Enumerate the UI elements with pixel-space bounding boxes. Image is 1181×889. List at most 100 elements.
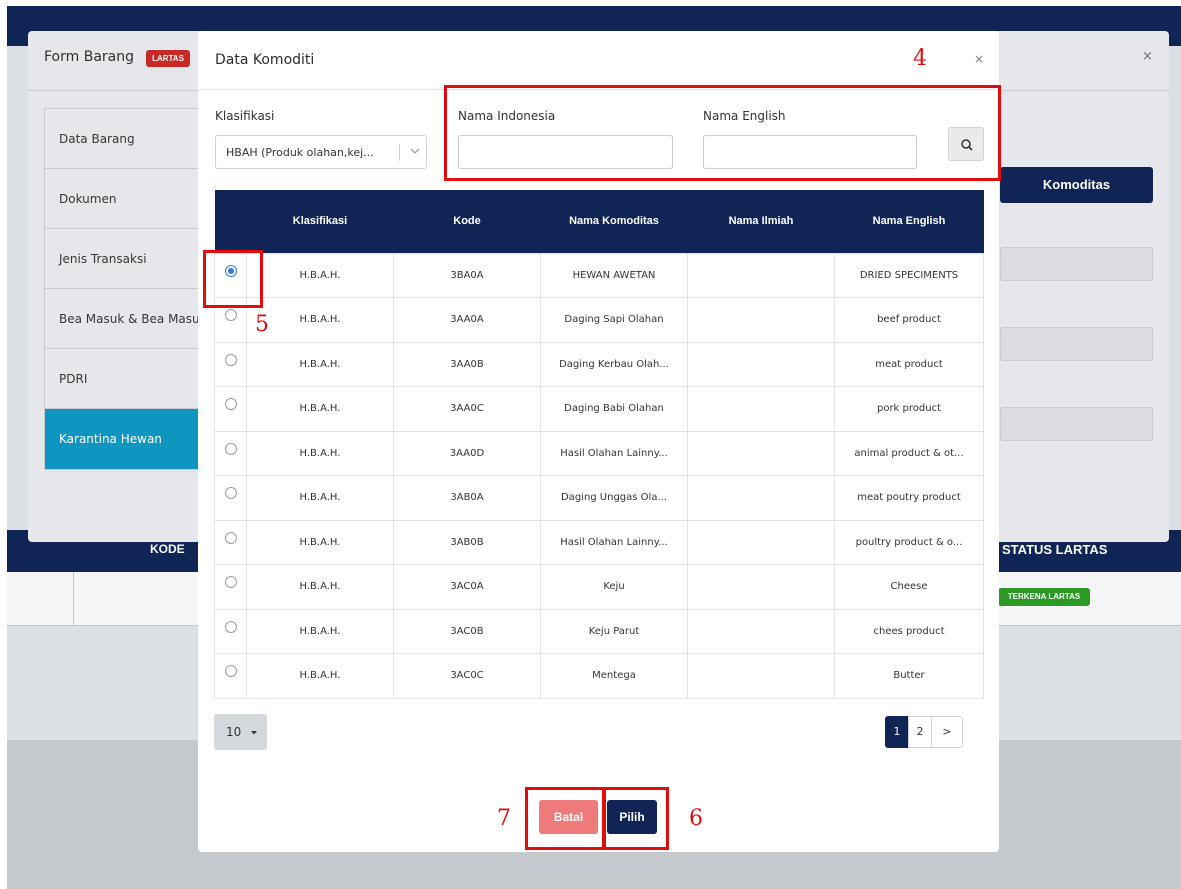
annotation-number-4: 4 <box>913 46 927 71</box>
form-close-button[interactable]: × <box>1142 49 1153 64</box>
cell-klasifikasi: H.B.A.H. <box>246 386 394 432</box>
table-row[interactable]: H.B.A.H. 3BA0A HEWAN AWETAN DRIED SPECIMENT… <box>214 252 984 298</box>
cell-nama-ilmiah <box>687 341 835 387</box>
klasifikasi-select-value: HBAH (Produk olahan,kej... <box>226 146 374 159</box>
page-size-select[interactable]: 10 <box>214 714 267 750</box>
chevron-down-icon <box>410 148 420 154</box>
row-select-cell <box>214 653 247 699</box>
data-komoditi-header: Data Komoditi × <box>198 31 999 90</box>
cell-kode: 3AC0C <box>393 653 541 699</box>
row-select-cell <box>214 430 247 476</box>
cell-nama-ilmiah <box>687 519 835 565</box>
side-item-bea-masuk[interactable]: Bea Masuk & Bea Masuk <box>45 289 213 349</box>
cell-nama-komoditas: Daging Sapi Olahan <box>540 297 688 343</box>
caret-down-icon <box>251 730 258 734</box>
side-item-karantina-hewan[interactable]: Karantina Hewan <box>45 409 213 469</box>
row-radio-button[interactable] <box>225 665 237 677</box>
cell-klasifikasi: H.B.A.H. <box>246 519 394 565</box>
row-radio-button[interactable] <box>225 398 237 410</box>
row-radio-button[interactable] <box>225 309 237 321</box>
table-row[interactable]: H.B.A.H. 3AA0B Daging Kerbau Olah... meat p… <box>214 341 984 387</box>
cell-klasifikasi: H.B.A.H. <box>246 430 394 476</box>
cell-klasifikasi: H.B.A.H. <box>246 341 394 387</box>
bg-input-1[interactable] <box>1000 247 1153 281</box>
annotation-number-6: 6 <box>689 806 703 831</box>
cell-nama-ilmiah <box>687 386 835 432</box>
klasifikasi-select[interactable]: HBAH (Produk olahan,kej... <box>215 135 427 169</box>
page: KODE STATUS LARTAS TERKENA LARTAS Form B… <box>0 0 1181 889</box>
page-1-button[interactable]: 1 <box>885 716 909 748</box>
page-2-button[interactable]: 2 <box>908 716 932 748</box>
th-nama-english[interactable]: Nama English <box>834 190 984 253</box>
table-row[interactable]: H.B.A.H. 3AA0D Hasil Olahan Lainny... anima… <box>214 430 984 476</box>
row-radio-button[interactable] <box>225 487 237 499</box>
row-select-cell <box>214 608 247 654</box>
annotation-box-7 <box>525 787 605 850</box>
th-nama-ilmiah[interactable]: Nama Ilmiah <box>687 190 835 253</box>
table-row[interactable]: H.B.A.H. 3AC0A Keju Cheese <box>214 564 984 610</box>
cell-klasifikasi: H.B.A.H. <box>246 653 394 699</box>
row-radio-button[interactable] <box>225 442 237 455</box>
klasifikasi-label: Klasifikasi <box>215 109 275 123</box>
th-kode[interactable]: Kode <box>393 190 541 253</box>
th-nama-komoditas[interactable]: Nama Komoditas <box>540 190 688 253</box>
cell-kode: 3AA0A <box>393 297 541 343</box>
cell-klasifikasi: H.B.A.H. <box>246 564 394 610</box>
annotation-box-6 <box>603 787 669 850</box>
row-radio-button[interactable] <box>225 531 237 544</box>
bg-input-2[interactable] <box>1000 327 1153 361</box>
select-divider <box>399 144 400 161</box>
table-header-row: Klasifikasi Kode Nama Komoditas Nama Ilm… <box>214 190 984 253</box>
cell-nama-komoditas: Hasil Olahan Lainny... <box>540 519 688 565</box>
row-radio-button[interactable] <box>225 576 237 588</box>
side-item-dokumen[interactable]: Dokumen <box>45 169 213 229</box>
cell-nama-komoditas: Daging Unggas Ola... <box>540 475 688 521</box>
komoditas-button[interactable]: Komoditas <box>1000 167 1153 203</box>
cell-nama-ilmiah <box>687 430 835 476</box>
form-barang-title: Form Barang <box>44 49 134 65</box>
row-select-cell <box>214 564 247 610</box>
cell-kode: 3AA0D <box>393 430 541 476</box>
row-radio-button[interactable] <box>225 353 237 366</box>
cell-kode: 3AA0C <box>393 386 541 432</box>
table-row[interactable]: H.B.A.H. 3AB0A Daging Unggas Ola... meat po… <box>214 475 984 521</box>
next-page-button[interactable]: > <box>931 716 963 748</box>
cell-nama-english: Butter <box>834 653 984 699</box>
side-item-pdri[interactable]: PDRI <box>45 349 213 409</box>
komoditi-table: Klasifikasi Kode Nama Komoditas Nama Ilm… <box>214 190 984 699</box>
cell-nama-ilmiah <box>687 252 835 298</box>
table-row[interactable]: H.B.A.H. 3AC0B Keju Parut chees product <box>214 608 984 654</box>
bg-input-3[interactable] <box>1000 407 1153 441</box>
annotation-number-5: 5 <box>255 312 269 337</box>
cell-nama-komoditas: Keju Parut <box>540 608 688 654</box>
row-radio-button[interactable] <box>225 620 237 633</box>
annotation-number-7: 7 <box>497 806 511 831</box>
dialog-close-button[interactable]: × <box>974 52 984 66</box>
dialog-title: Data Komoditi <box>215 52 315 68</box>
table-row[interactable]: H.B.A.H. 3AA0C Daging Babi Olahan pork prod… <box>214 386 984 432</box>
table-row[interactable]: H.B.A.H. 3AC0C Mentega Butter <box>214 653 984 699</box>
cell-nama-english: poultry product & o... <box>834 519 984 565</box>
row-select-cell <box>214 386 247 432</box>
side-item-data-barang[interactable]: Data Barang <box>45 109 213 169</box>
table-row[interactable]: H.B.A.H. 3AB0B Hasil Olahan Lainny... poult… <box>214 519 984 565</box>
row-select-cell <box>214 475 247 521</box>
cell-nama-komoditas: Mentega <box>540 653 688 699</box>
table-body: H.B.A.H. 3BA0A HEWAN AWETAN DRIED SPECIMENT… <box>214 252 984 699</box>
cell-nama-komoditas: Daging Babi Olahan <box>540 386 688 432</box>
form-side-menu: Data Barang Dokumen Jenis Transaksi Bea … <box>44 108 214 470</box>
cell-nama-english: DRIED SPECIMENTS <box>834 252 984 298</box>
cell-nama-english: pork product <box>834 386 984 432</box>
lartas-tag: LARTAS <box>146 50 190 67</box>
th-klasifikasi[interactable]: Klasifikasi <box>246 190 394 253</box>
side-item-jenis-transaksi[interactable]: Jenis Transaksi <box>45 229 213 289</box>
table-row[interactable]: H.B.A.H. 3AA0A Daging Sapi Olahan beef prod… <box>214 297 984 343</box>
cell-kode: 3AB0A <box>393 475 541 521</box>
cell-klasifikasi: H.B.A.H. <box>246 252 394 298</box>
row-select-cell <box>214 519 247 565</box>
cell-nama-ilmiah <box>687 564 835 610</box>
cell-nama-komoditas: Keju <box>540 564 688 610</box>
bg-col-status-lartas: STATUS LARTAS <box>1002 542 1108 557</box>
row-select-cell <box>214 341 247 387</box>
cell-klasifikasi: H.B.A.H. <box>246 475 394 521</box>
